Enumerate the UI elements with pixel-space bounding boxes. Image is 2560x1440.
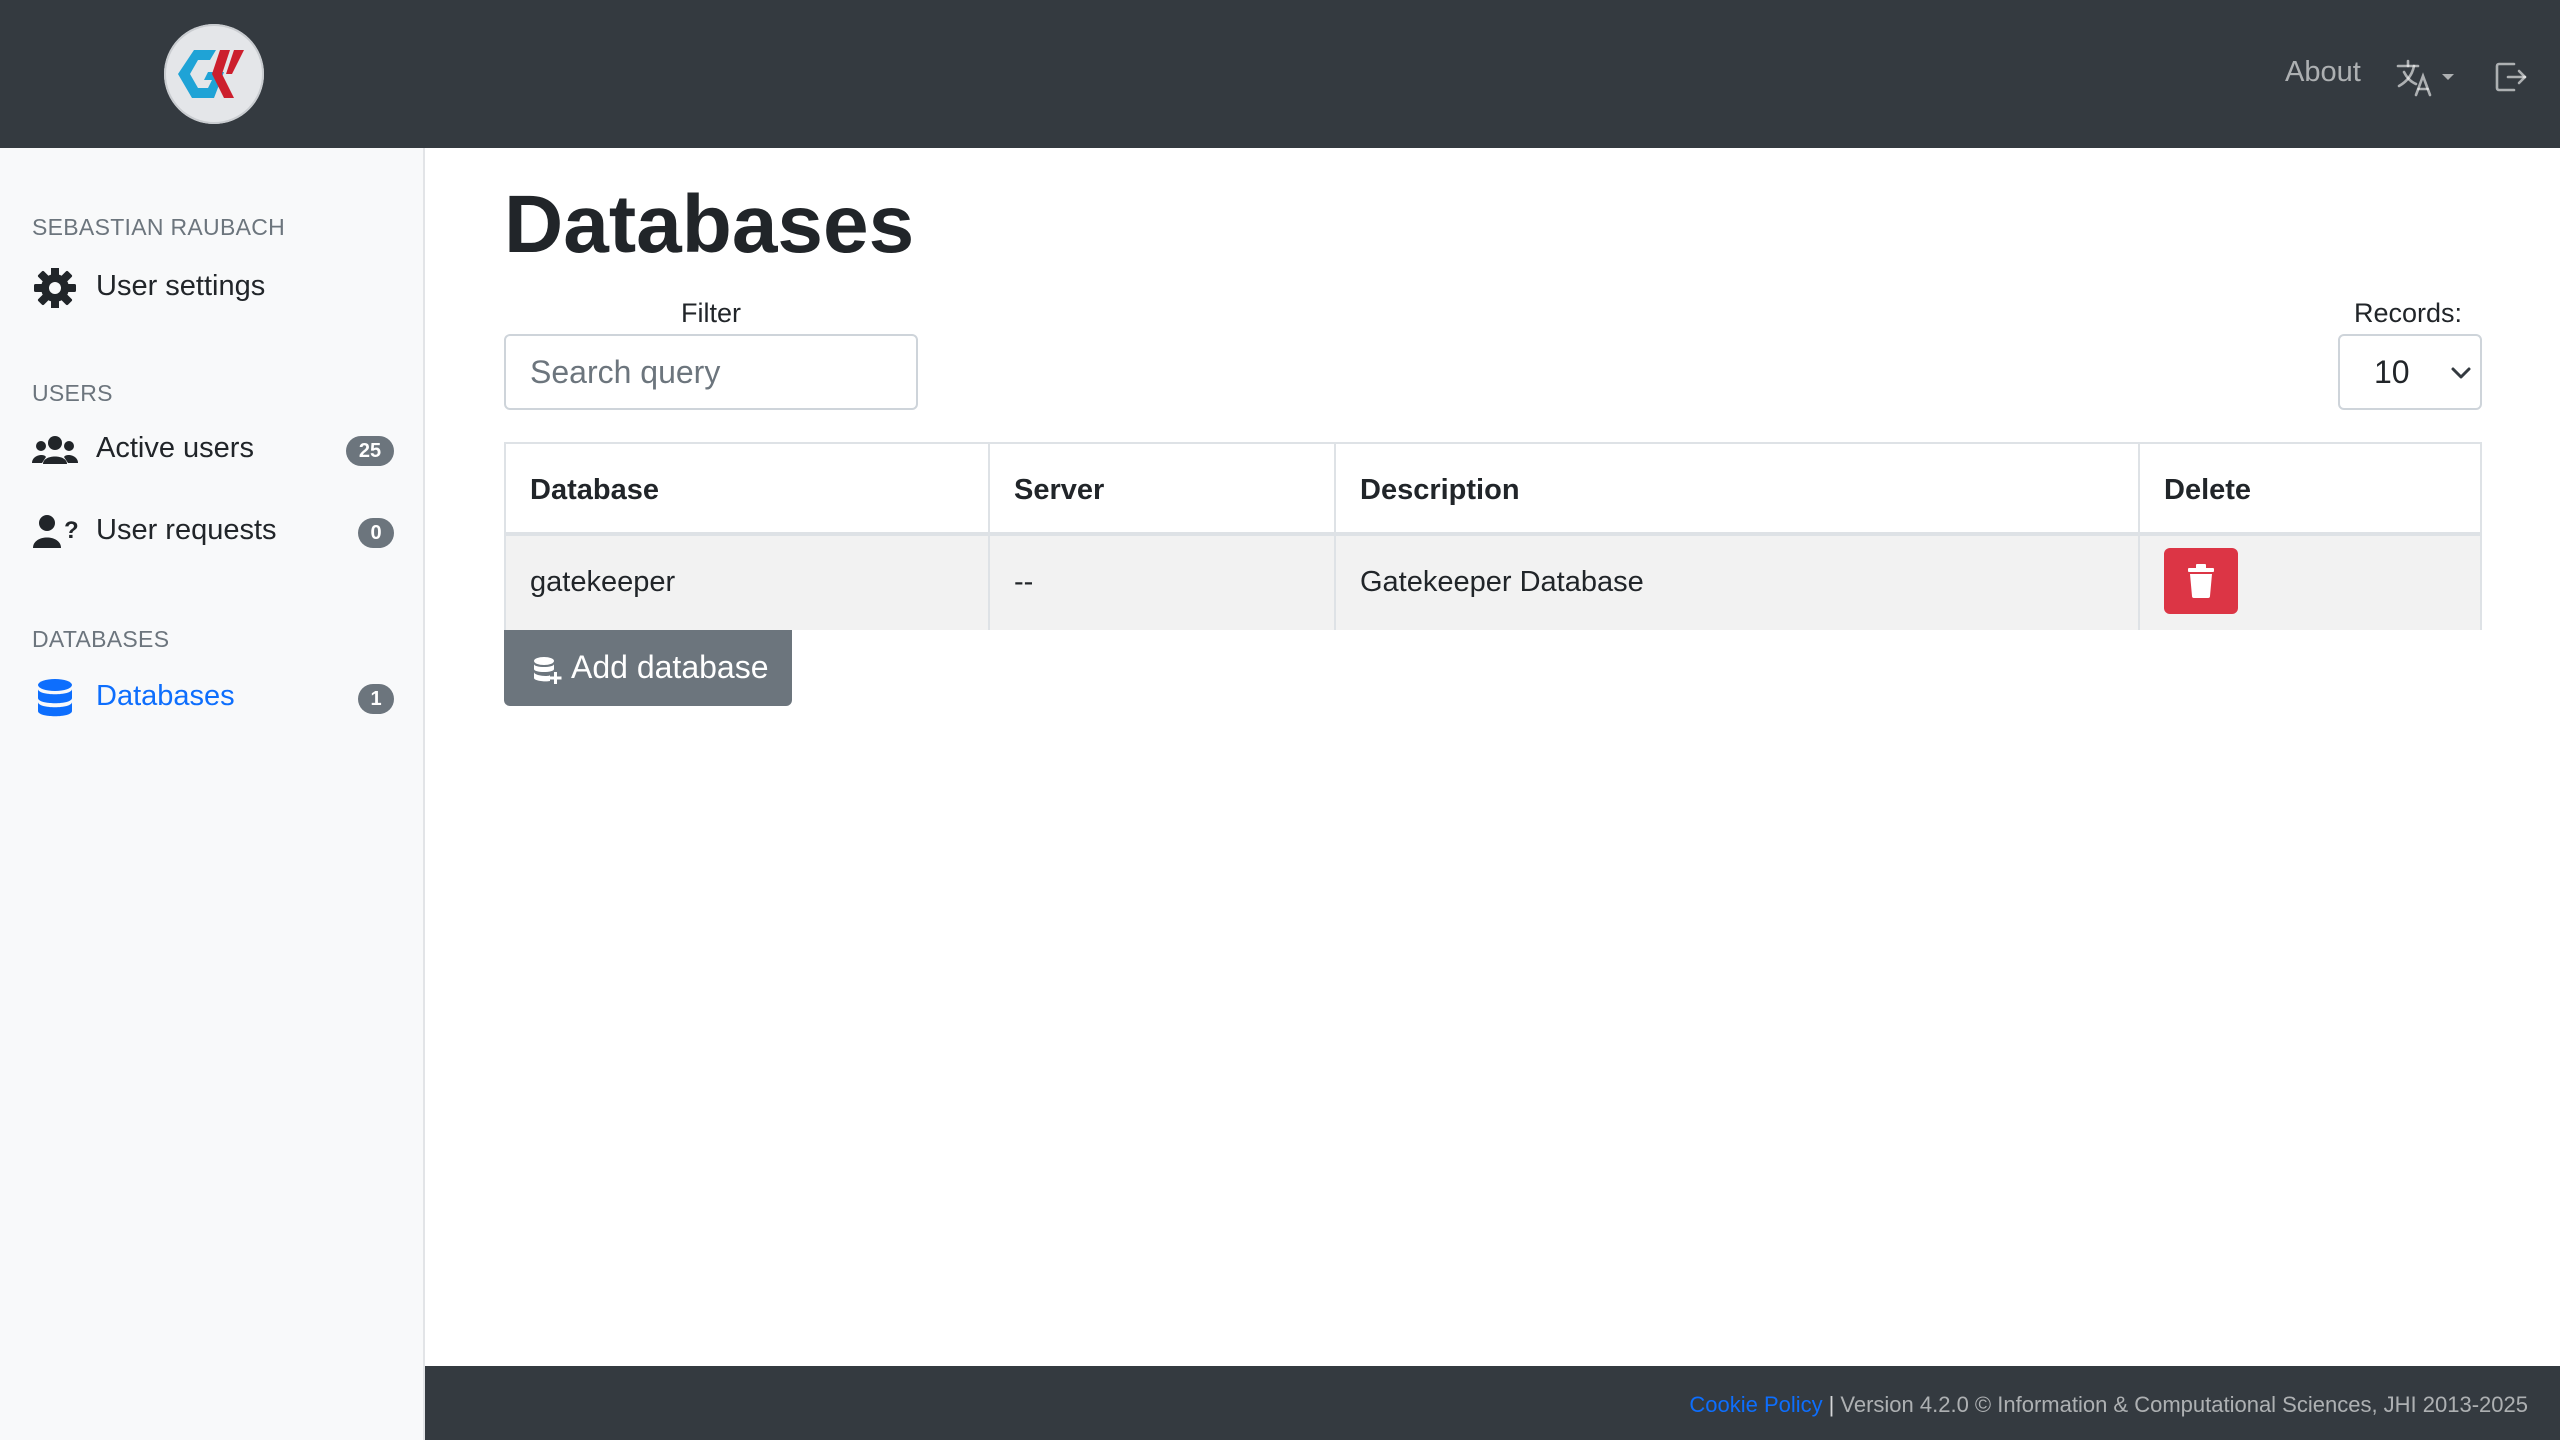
table-header-row: Database Server Description Delete: [506, 444, 2480, 536]
column-header-description[interactable]: Description: [1336, 444, 2140, 532]
users-icon: [32, 436, 78, 464]
language-dropdown[interactable]: [2396, 58, 2458, 98]
records-per-page-select[interactable]: 10: [2338, 334, 2482, 410]
footer: Cookie Policy | Version 4.2.0 © Informatio…: [425, 1366, 2560, 1440]
database-add-icon: [534, 657, 562, 684]
sidebar-item-active-users[interactable]: Active users 25: [32, 424, 394, 472]
column-header-database[interactable]: Database: [506, 444, 990, 532]
user-question-icon: ?: [33, 515, 78, 548]
cell-database: gatekeeper: [506, 536, 990, 630]
sidebar: SEBASTIAN RAUBACH User settings USERS Ac…: [0, 148, 425, 1440]
sidebar-item-label: User settings: [96, 270, 266, 302]
sidebar-item-label: Databases: [96, 680, 235, 712]
cell-server: --: [990, 536, 1336, 630]
records-per-page-value: 10: [2374, 354, 2410, 390]
translate-icon: [2396, 59, 2454, 97]
svg-text:?: ?: [64, 517, 78, 544]
sidebar-databases-heading: DATABASES: [32, 626, 170, 652]
trash-icon: [2188, 564, 2214, 598]
database-icon: [38, 679, 72, 717]
sidebar-item-user-settings[interactable]: User settings: [32, 262, 394, 310]
databases-count-badge: 1: [358, 684, 394, 714]
column-header-delete: Delete: [2164, 474, 2252, 506]
sidebar-user-heading: SEBASTIAN RAUBACH: [32, 214, 286, 240]
top-navbar: About: [0, 0, 2560, 148]
cookie-policy-link[interactable]: Cookie Policy: [1689, 1392, 1822, 1417]
sign-out-icon: [2495, 62, 2527, 92]
gatekeeper-logo[interactable]: [164, 24, 264, 124]
search-input[interactable]: [504, 334, 918, 410]
about-link[interactable]: About: [2285, 56, 2361, 89]
logo-mark-icon: [178, 50, 244, 98]
filter-label: Filter: [681, 298, 741, 328]
user-requests-count-badge: 0: [358, 518, 394, 548]
table-row: gatekeeper -- Gatekeeper Database: [506, 536, 2480, 630]
column-header-server[interactable]: Server: [990, 444, 1336, 532]
add-database-button[interactable]: Add database: [504, 630, 792, 706]
sidebar-item-user-requests[interactable]: ? User requests 0: [32, 506, 394, 554]
logout-button[interactable]: [2494, 60, 2528, 94]
cell-delete: [2140, 536, 2480, 630]
records-label: Records:: [2353, 298, 2463, 328]
cell-description: Gatekeeper Database: [1336, 536, 2140, 630]
sidebar-item-label: Active users: [96, 432, 254, 464]
sidebar-item-databases[interactable]: Databases 1: [32, 672, 394, 720]
sidebar-users-heading: USERS: [32, 380, 113, 406]
delete-button[interactable]: [2164, 548, 2238, 614]
databases-table: Database Server Description Delete gatek…: [504, 442, 2482, 630]
active-users-count-badge: 25: [346, 436, 394, 466]
page-title: Databases: [504, 179, 915, 270]
gear-icon: [34, 268, 76, 308]
sidebar-item-label: User requests: [96, 514, 277, 546]
footer-text: Cookie Policy | Version 4.2.0 © Informatio…: [1689, 1392, 2528, 1418]
add-database-label: Add database: [571, 649, 769, 685]
footer-separator: |: [1828, 1392, 1835, 1417]
version-text: Version 4.2.0 © Information & Computatio…: [1840, 1392, 2528, 1417]
chevron-down-icon: [2451, 367, 2471, 379]
